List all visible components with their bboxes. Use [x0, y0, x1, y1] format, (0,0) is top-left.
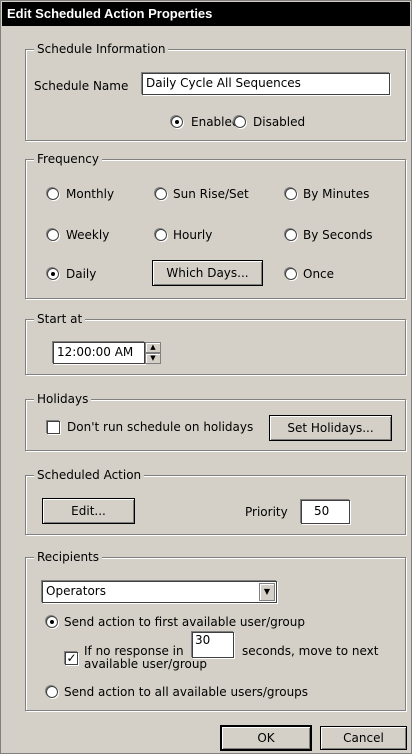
start-time-spinner[interactable]: ▲ ▼: [145, 342, 161, 364]
schedule-information-legend: Schedule Information: [34, 41, 169, 57]
weekly-label[interactable]: Weekly: [66, 227, 109, 243]
once-radio[interactable]: [285, 268, 297, 280]
monthly-label[interactable]: Monthly: [66, 186, 114, 202]
by-seconds-label[interactable]: By Seconds: [303, 227, 373, 243]
priority-label: Priority: [245, 505, 288, 519]
enabled-label[interactable]: Enabled: [191, 114, 240, 130]
send-first-label[interactable]: Send action to first available user/grou…: [64, 614, 305, 630]
ok-button[interactable]: OK: [221, 726, 311, 750]
disabled-label[interactable]: Disabled: [253, 114, 305, 130]
title-bar[interactable]: Edit Scheduled Action Properties: [2, 2, 410, 26]
hourly-label[interactable]: Hourly: [173, 227, 212, 243]
disabled-radio[interactable]: [234, 116, 246, 128]
dialog-window: Edit Scheduled Action Properties Schedul…: [0, 0, 412, 754]
dialog-title: Edit Scheduled Action Properties: [7, 6, 213, 21]
no-response-checkbox[interactable]: ✓: [65, 652, 78, 665]
edit-action-button[interactable]: Edit...: [42, 498, 135, 524]
cancel-button[interactable]: Cancel: [320, 726, 407, 750]
recipients-legend: Recipients: [34, 549, 103, 565]
by-minutes-radio[interactable]: [285, 188, 297, 200]
by-seconds-radio[interactable]: [285, 229, 297, 241]
start-time-input[interactable]: 12:00:00 AM: [53, 342, 145, 364]
chevron-down-icon[interactable]: ▼: [259, 583, 275, 601]
set-holidays-button[interactable]: Set Holidays...: [269, 415, 392, 441]
recipient-group-select[interactable]: Operators ▼: [42, 581, 277, 603]
no-holidays-checkbox[interactable]: [47, 421, 60, 434]
sunrise-sunset-radio[interactable]: [155, 188, 167, 200]
schedule-name-input[interactable]: Daily Cycle All Sequences: [142, 73, 390, 95]
schedule-name-label: Schedule Name: [34, 79, 129, 93]
monthly-radio[interactable]: [47, 188, 59, 200]
weekly-radio[interactable]: [47, 229, 59, 241]
sunrise-sunset-label[interactable]: Sun Rise/Set: [173, 186, 249, 202]
hourly-radio[interactable]: [155, 229, 167, 241]
send-first-radio[interactable]: [46, 616, 58, 628]
which-days-button[interactable]: Which Days...: [152, 260, 263, 286]
recipient-group-value: Operators: [46, 584, 106, 598]
once-label[interactable]: Once: [303, 266, 334, 282]
daily-label[interactable]: Daily: [66, 266, 96, 282]
daily-radio[interactable]: [47, 268, 59, 280]
no-response-line2-label: available user/group: [84, 657, 208, 671]
send-all-radio[interactable]: [46, 686, 58, 698]
no-response-seconds-input[interactable]: 30: [192, 632, 234, 658]
priority-input[interactable]: 50: [301, 500, 350, 524]
frequency-legend: Frequency: [34, 151, 102, 167]
scheduled-action-legend: Scheduled Action: [34, 467, 145, 483]
no-response-suffix-label: seconds, move to next: [242, 644, 379, 658]
holidays-legend: Holidays: [34, 391, 92, 407]
spin-up-icon[interactable]: ▲: [145, 342, 161, 353]
start-at-legend: Start at: [34, 311, 86, 327]
send-all-label[interactable]: Send action to all available users/group…: [64, 684, 308, 700]
no-holidays-label[interactable]: Don't run schedule on holidays: [67, 419, 253, 435]
by-minutes-label[interactable]: By Minutes: [303, 186, 369, 202]
enabled-radio[interactable]: [171, 116, 183, 128]
spin-down-icon[interactable]: ▼: [145, 353, 161, 364]
